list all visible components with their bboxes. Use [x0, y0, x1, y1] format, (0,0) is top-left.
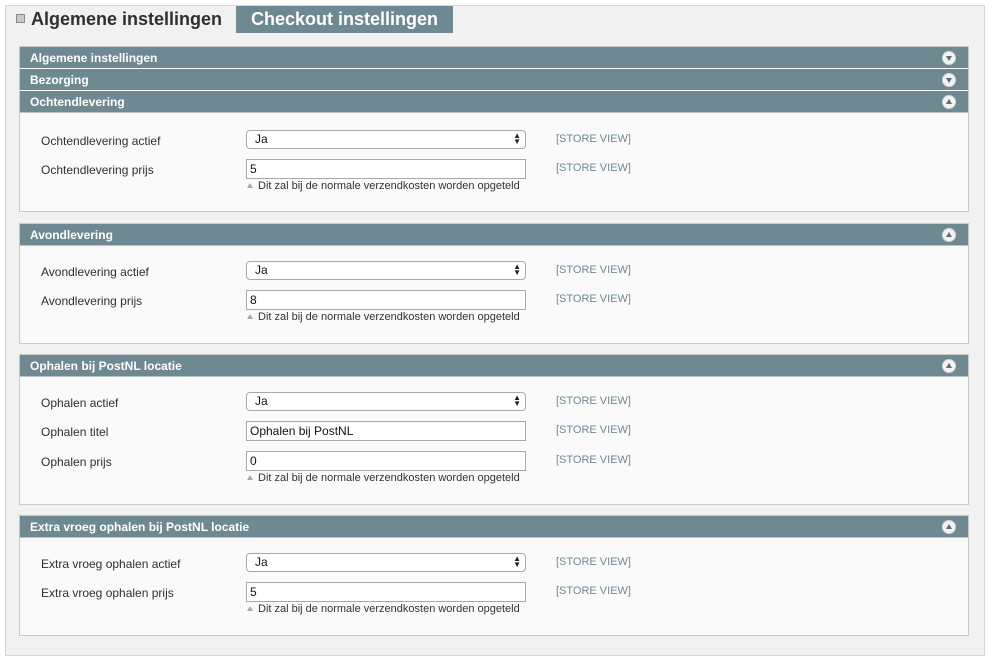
section-header-ochtendlevering[interactable]: Ochtendlevering — [20, 91, 968, 113]
select-value: Ja — [255, 263, 268, 277]
section-title: Ochtendlevering — [30, 95, 125, 109]
section-title: Avondlevering — [30, 228, 113, 242]
field-row-extra-actief: Extra vroeg ophalen actief Ja ▲ ▼ [STORE … — [20, 553, 968, 575]
scope-label: [STORE VIEW] — [556, 585, 631, 597]
field-label: Ophalen actief — [41, 396, 119, 410]
note-triangle-icon — [247, 183, 253, 188]
select-arrows-icon: ▲ ▼ — [513, 554, 521, 569]
section-header-ophalen[interactable]: Ophalen bij PostNL locatie — [20, 355, 968, 377]
field-note: Dit zal bij de normale verzendkosten wor… — [247, 311, 520, 323]
select-arrows-icon: ▲ ▼ — [513, 262, 521, 277]
section-header-algemene-instellingen[interactable]: Algemene instellingen — [20, 47, 968, 69]
field-label: Ochtendlevering actief — [41, 134, 161, 148]
field-row-ophalen-titel: Ophalen titel Ophalen bij PostNL [STORE … — [20, 421, 968, 443]
field-row-avond-actief: Avondlevering actief Ja ▲ ▼ [STORE VIEW] — [20, 261, 968, 283]
section-title: Bezorging — [30, 73, 89, 87]
tab-algemene-instellingen[interactable]: Algemene instellingen — [6, 6, 236, 33]
chevron-up-icon[interactable] — [942, 228, 956, 242]
field-row-ochtend-prijs: Ochtendlevering prijs 5 [STORE VIEW] Dit… — [20, 159, 968, 192]
scope-label: [STORE VIEW] — [556, 133, 631, 145]
ophalen-titel-input[interactable]: Ophalen bij PostNL — [246, 421, 526, 441]
chevron-down-icon[interactable] — [942, 51, 956, 65]
section-header-bezorging[interactable]: Bezorging — [20, 69, 968, 91]
extra-actief-select[interactable]: Ja ▲ ▼ — [246, 553, 526, 572]
tab-label: Checkout instellingen — [251, 9, 439, 29]
extra-prijs-input[interactable]: 5 — [246, 582, 526, 602]
scope-label: [STORE VIEW] — [556, 395, 631, 407]
select-value: Ja — [255, 555, 268, 569]
field-note: Dit zal bij de normale verzendkosten wor… — [247, 603, 520, 615]
note-text: Dit zal bij de normale verzendkosten wor… — [258, 311, 520, 323]
select-value: Ja — [255, 132, 268, 146]
field-row-ophalen-prijs: Ophalen prijs 0 [STORE VIEW] Dit zal bij… — [20, 451, 968, 484]
settings-panel-ochtend: Algemene instellingen Bezorging Ochtendl… — [19, 46, 969, 212]
ochtend-prijs-input[interactable]: 5 — [246, 159, 526, 179]
chevron-down-icon[interactable] — [942, 73, 956, 87]
field-label: Avondlevering actief — [41, 265, 149, 279]
section-title: Ophalen bij PostNL locatie — [30, 359, 182, 373]
avond-prijs-input[interactable]: 8 — [246, 290, 526, 310]
section-header-extra-vroeg[interactable]: Extra vroeg ophalen bij PostNL locatie — [20, 516, 968, 538]
ophalen-prijs-input[interactable]: 0 — [246, 451, 526, 471]
scope-label: [STORE VIEW] — [556, 556, 631, 568]
field-label: Ophalen titel — [41, 425, 109, 439]
field-row-extra-prijs: Extra vroeg ophalen prijs 5 [STORE VIEW]… — [20, 582, 968, 615]
field-label: Extra vroeg ophalen actief — [41, 557, 181, 571]
field-row-ochtend-actief: Ochtendlevering actief Ja ▲ ▼ [STORE VIEW… — [20, 130, 968, 152]
scope-label: [STORE VIEW] — [556, 264, 631, 276]
note-triangle-icon — [247, 606, 253, 611]
field-label: Extra vroeg ophalen prijs — [41, 586, 174, 600]
select-arrows-icon: ▲ ▼ — [513, 131, 521, 146]
scope-label: [STORE VIEW] — [556, 162, 631, 174]
field-label: Avondlevering prijs — [41, 294, 143, 308]
tab-icon — [16, 14, 25, 23]
select-arrows-icon: ▲ ▼ — [513, 393, 521, 408]
field-row-avond-prijs: Avondlevering prijs 8 [STORE VIEW] Dit z… — [20, 290, 968, 323]
scope-label: [STORE VIEW] — [556, 454, 631, 466]
settings-panel-extra-vroeg: Extra vroeg ophalen bij PostNL locatie E… — [19, 515, 969, 636]
chevron-up-icon[interactable] — [942, 520, 956, 534]
section-title: Extra vroeg ophalen bij PostNL locatie — [30, 520, 250, 534]
scope-label: [STORE VIEW] — [556, 424, 631, 436]
note-text: Dit zal bij de normale verzendkosten wor… — [258, 603, 520, 615]
ophalen-actief-select[interactable]: Ja ▲ ▼ — [246, 392, 526, 411]
settings-panel-ophalen: Ophalen bij PostNL locatie Ophalen actie… — [19, 354, 969, 505]
section-header-avondlevering[interactable]: Avondlevering — [20, 224, 968, 246]
chevron-up-icon[interactable] — [942, 95, 956, 109]
avond-actief-select[interactable]: Ja ▲ ▼ — [246, 261, 526, 280]
ochtend-actief-select[interactable]: Ja ▲ ▼ — [246, 130, 526, 149]
field-label: Ochtendlevering prijs — [41, 163, 154, 177]
note-triangle-icon — [247, 314, 253, 319]
tab-checkout-instellingen[interactable]: Checkout instellingen — [236, 6, 453, 33]
tab-bar: Algemene instellingen Checkout instellin… — [6, 6, 984, 33]
select-value: Ja — [255, 394, 268, 408]
settings-panel-avond: Avondlevering Avondlevering actief Ja ▲ ▼… — [19, 223, 969, 344]
note-text: Dit zal bij de normale verzendkosten wor… — [258, 472, 520, 484]
field-note: Dit zal bij de normale verzendkosten wor… — [247, 180, 520, 192]
field-label: Ophalen prijs — [41, 455, 112, 469]
section-title: Algemene instellingen — [30, 51, 158, 65]
tab-label: Algemene instellingen — [31, 9, 223, 29]
field-note: Dit zal bij de normale verzendkosten wor… — [247, 472, 520, 484]
note-triangle-icon — [247, 475, 253, 480]
field-row-ophalen-actief: Ophalen actief Ja ▲ ▼ [STORE VIEW] — [20, 392, 968, 414]
scope-label: [STORE VIEW] — [556, 293, 631, 305]
chevron-up-icon[interactable] — [942, 359, 956, 373]
note-text: Dit zal bij de normale verzendkosten wor… — [258, 180, 520, 192]
